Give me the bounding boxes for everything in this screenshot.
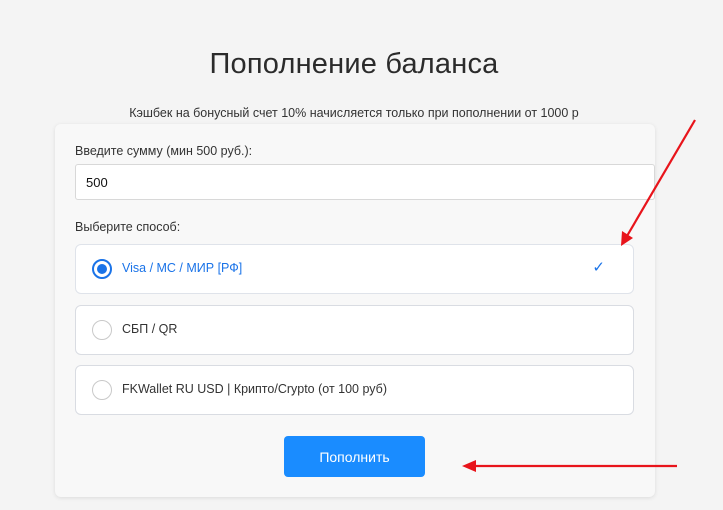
payment-option-visa[interactable]: Visa / MC / МИР [РФ] ✓ xyxy=(75,244,634,294)
top-up-button[interactable]: Пополнить xyxy=(284,436,425,477)
page-title: Пополнение баланса xyxy=(209,48,499,80)
method-label: Выберите способ: xyxy=(75,220,181,234)
cashback-note: Кэшбек на бонусный счет 10% начисляется … xyxy=(129,106,579,120)
radio-unchecked-icon[interactable] xyxy=(92,320,112,340)
amount-input[interactable] xyxy=(75,164,655,200)
payment-option-fkwallet[interactable]: FKWallet RU USD | Крипто/Crypto (от 100 … xyxy=(75,365,634,415)
payment-option-label: FKWallet RU USD | Крипто/Crypto (от 100 … xyxy=(122,382,387,396)
checkmark-icon: ✓ xyxy=(592,259,605,276)
payment-option-label: СБП / QR xyxy=(122,322,178,336)
payment-option-sbp[interactable]: СБП / QR xyxy=(75,305,634,355)
radio-unchecked-icon[interactable] xyxy=(92,380,112,400)
amount-label: Введите сумму (мин 500 руб.): xyxy=(75,144,253,158)
payment-option-label: Visa / MC / МИР [РФ] xyxy=(122,261,243,275)
payment-form-card: Введите сумму (мин 500 руб.): Выберите с… xyxy=(55,124,655,497)
radio-checked-icon[interactable] xyxy=(92,259,112,279)
